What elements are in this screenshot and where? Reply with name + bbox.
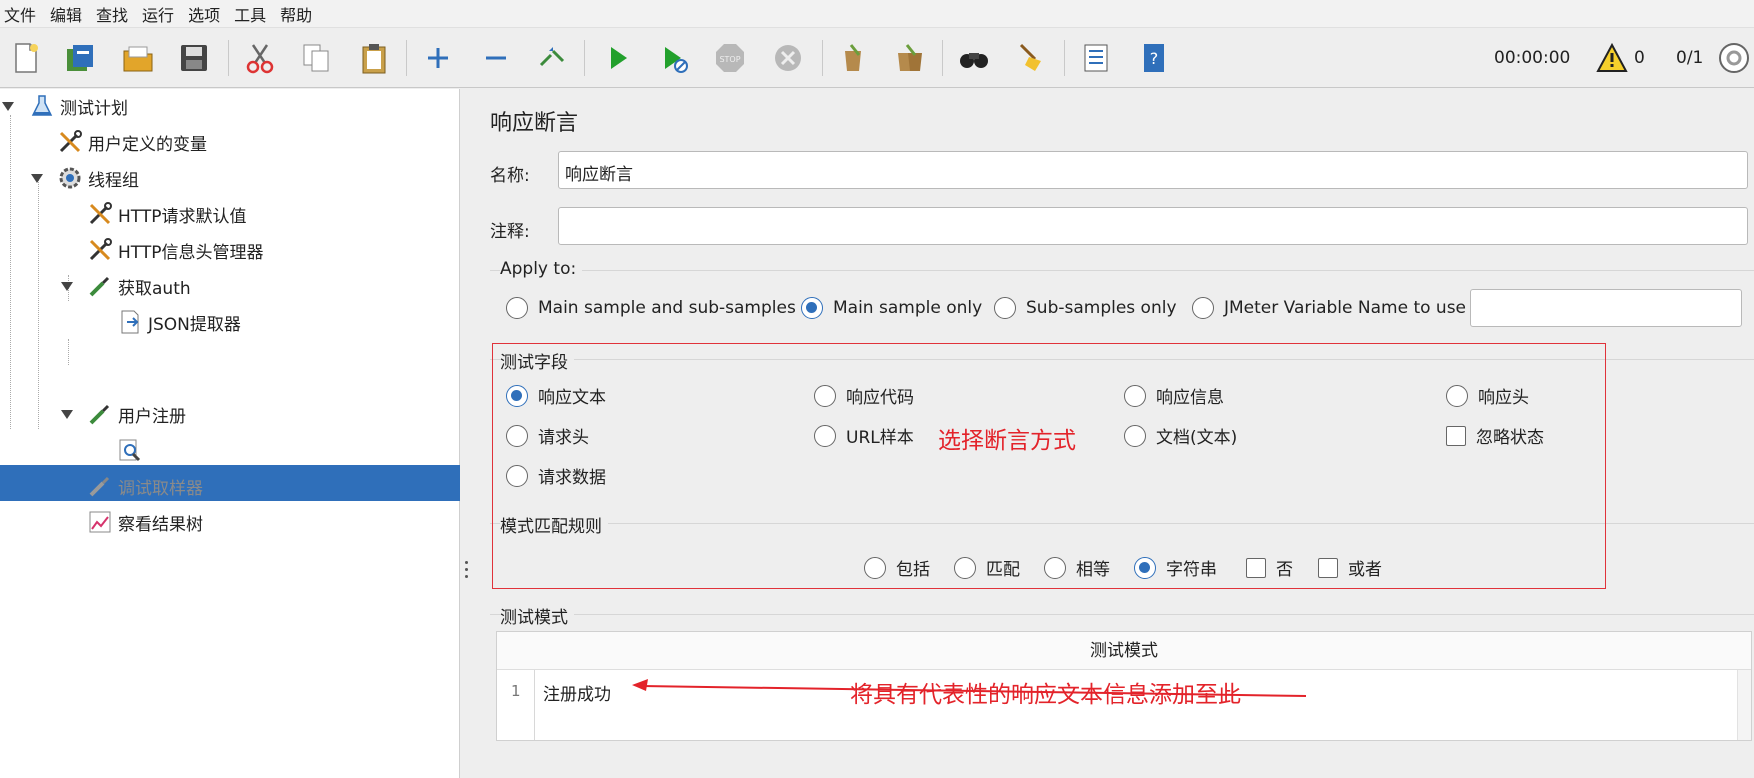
tree-item-results-tree[interactable]: 察看结果树 xyxy=(86,505,203,539)
tree-item-json-extractor[interactable]: JSON提取器 xyxy=(116,305,241,339)
apply-sub-only-radio[interactable]: Sub-samples only xyxy=(994,297,1177,319)
reset-search-icon[interactable] xyxy=(1012,40,1048,76)
collapse-toggle-icon[interactable] xyxy=(2,102,14,112)
gear-icon xyxy=(56,164,84,192)
tree-item-test-plan[interactable]: 测试计划 xyxy=(28,89,128,123)
jmeter-variable-input[interactable] xyxy=(1470,289,1742,327)
menu-run[interactable]: 运行 xyxy=(142,2,174,26)
flask-icon xyxy=(28,92,56,120)
annotation-add-text: 将具有代表性的响应文本信息添加至此 xyxy=(850,682,1241,708)
magnifier-icon xyxy=(116,437,144,465)
copy-icon[interactable] xyxy=(298,40,334,76)
expand-icon[interactable] xyxy=(420,40,456,76)
tree-item-user-register[interactable]: 用户注册 xyxy=(86,397,186,431)
patterns-title: 测试模式 xyxy=(500,603,574,628)
tree-item-user-variables[interactable]: 用户定义的变量 xyxy=(56,125,207,159)
wrench-screwdriver-icon xyxy=(86,236,114,264)
test-plan-tree: 测试计划 用户定义的变量 线程组 HTTP请求默认值 HTTP信息头管理器 获取… xyxy=(0,89,460,778)
apply-main-and-sub-radio[interactable]: Main sample and sub-samples xyxy=(506,297,796,319)
start-icon[interactable] xyxy=(600,40,636,76)
tree-item-debug-sampler[interactable]: 调试取样器 xyxy=(86,469,203,503)
tree-selection-highlight xyxy=(0,465,460,501)
comment-label: 注释: xyxy=(490,222,530,242)
collapse-icon[interactable] xyxy=(478,40,514,76)
apply-jmeter-variable-radio[interactable]: JMeter Variable Name to use xyxy=(1192,297,1466,319)
wrench-screwdriver-icon xyxy=(56,128,84,156)
annotation-box xyxy=(492,343,1606,589)
pipette-icon xyxy=(86,272,114,300)
tree-item-response-assertion[interactable]: 响应断言 xyxy=(116,434,216,468)
collapse-toggle-icon[interactable] xyxy=(31,174,43,184)
name-label: 名称: xyxy=(490,166,530,186)
tree-item-thread-group[interactable]: 线程组 xyxy=(56,161,139,195)
status-indicator-icon xyxy=(1716,40,1752,76)
stop-icon[interactable]: STOP xyxy=(712,40,748,76)
chart-icon xyxy=(86,508,114,536)
vertical-scrollbar[interactable] xyxy=(1737,670,1751,740)
function-helper-icon[interactable] xyxy=(1078,40,1114,76)
menu-options[interactable]: 选项 xyxy=(188,2,220,26)
open-icon[interactable] xyxy=(120,40,156,76)
svg-text:STOP: STOP xyxy=(719,55,740,64)
tree-item-get-auth[interactable]: 获取auth xyxy=(86,269,191,303)
menu-edit[interactable]: 编辑 xyxy=(50,2,82,26)
search-icon[interactable] xyxy=(956,40,992,76)
comment-field[interactable] xyxy=(558,207,1748,245)
start-no-pause-icon[interactable] xyxy=(656,40,692,76)
menu-search[interactable]: 查找 xyxy=(96,2,128,26)
tree-item-header-manager[interactable]: HTTP信息头管理器 xyxy=(86,233,264,267)
svg-text:?: ? xyxy=(1150,49,1159,68)
patterns-column-header: 测试模式 xyxy=(497,632,1751,670)
pipette-icon xyxy=(86,400,114,428)
assertion-panel: 响应断言 名称: 响应断言 注释: Apply to: Main sample … xyxy=(476,89,1754,778)
panel-splitter[interactable] xyxy=(461,89,475,778)
page-title: 响应断言 xyxy=(490,111,579,136)
menu-tools[interactable]: 工具 xyxy=(234,2,266,26)
paste-icon[interactable] xyxy=(356,40,392,76)
pipette-icon xyxy=(86,472,114,500)
clear-icon[interactable] xyxy=(836,40,872,76)
apply-main-only-radio[interactable]: Main sample only xyxy=(801,297,982,319)
thread-count: 0/1 xyxy=(1676,48,1704,68)
warning-icon[interactable] xyxy=(1594,40,1630,76)
save-icon[interactable] xyxy=(176,40,212,76)
templates-icon[interactable] xyxy=(62,40,98,76)
pattern-row[interactable]: 注册成功 xyxy=(543,680,611,705)
clear-all-icon[interactable] xyxy=(892,40,928,76)
line-gutter xyxy=(497,670,535,740)
cut-icon[interactable] xyxy=(242,40,278,76)
menu-file[interactable]: 文件 xyxy=(4,2,36,26)
line-number: 1 xyxy=(511,682,521,700)
name-field[interactable]: 响应断言 xyxy=(558,151,1748,189)
toolbar: STOP ? 00:00:00 0 0/1 xyxy=(0,28,1754,88)
menu-help[interactable]: 帮助 xyxy=(280,2,312,26)
shutdown-icon[interactable] xyxy=(770,40,806,76)
annotation-choose-method: 选择断言方式 xyxy=(938,428,1076,454)
collapse-toggle-icon[interactable] xyxy=(61,282,73,292)
apply-to-title: Apply to: xyxy=(500,259,583,279)
toggle-icon[interactable] xyxy=(534,40,570,76)
menu-bar: 文件 编辑 查找 运行 选项 工具 帮助 xyxy=(0,0,1754,28)
new-icon[interactable] xyxy=(8,40,44,76)
tree-item-http-defaults[interactable]: HTTP请求默认值 xyxy=(86,197,247,231)
wrench-screwdriver-icon xyxy=(86,200,114,228)
help-icon[interactable]: ? xyxy=(1136,40,1172,76)
collapse-toggle-icon[interactable] xyxy=(61,410,73,420)
elapsed-timer: 00:00:00 xyxy=(1494,48,1571,68)
document-arrow-icon xyxy=(116,308,144,336)
warning-count: 0 xyxy=(1634,48,1645,68)
